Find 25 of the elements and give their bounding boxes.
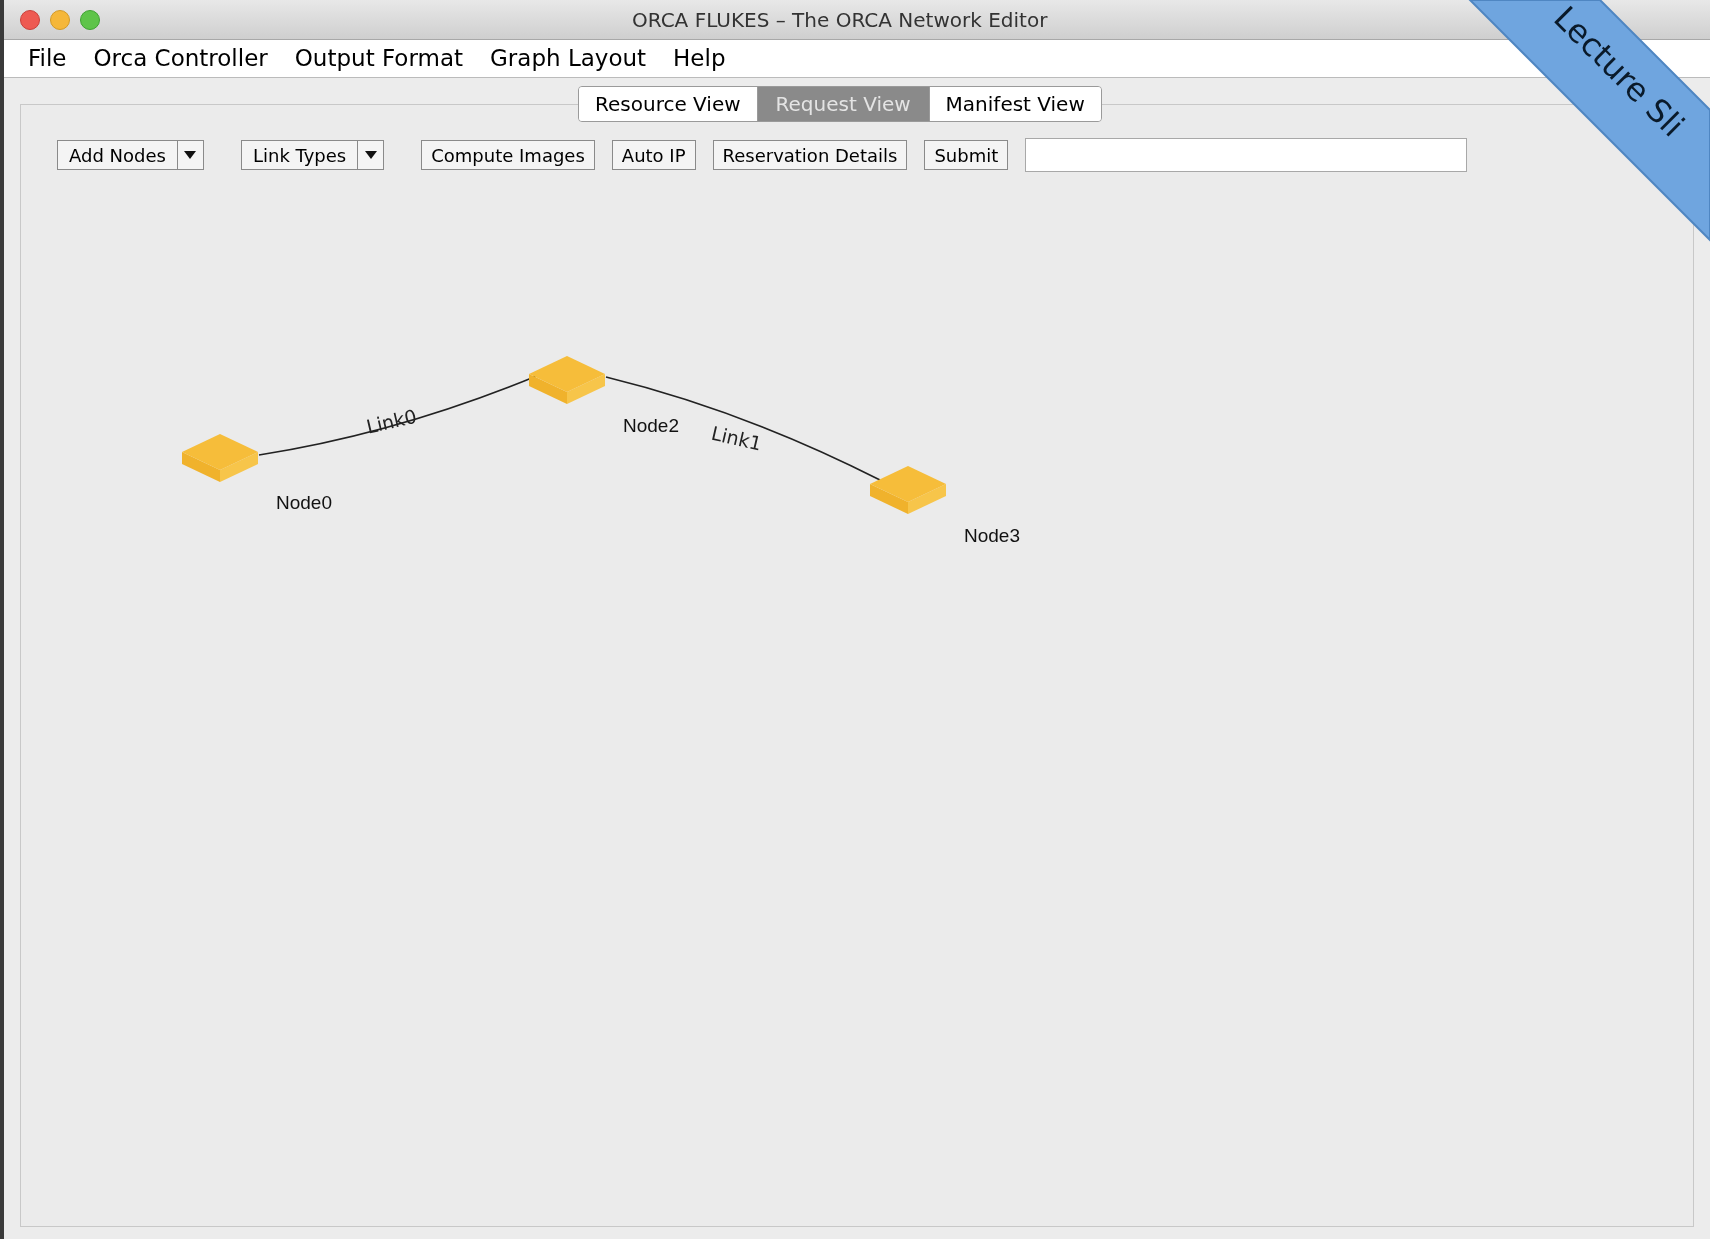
node-label: Node3 [964,525,1020,546]
link-label: Link1 [709,421,764,455]
dropdown-button[interactable]: Link Types [240,140,385,170]
view-tab[interactable]: Resource View [579,87,757,121]
input-field[interactable] [1025,138,1468,172]
menu-item[interactable]: Output Format [286,41,471,76]
caret-icon [184,151,197,159]
menu-item[interactable]: Graph Layout [482,41,655,76]
menu-item[interactable]: Help [665,41,734,76]
caret-icon [364,151,377,159]
node-label: Node0 [276,492,332,513]
toolbar-button[interactable]: Reservation Details [712,140,908,170]
zoom-button[interactable] [80,9,100,30]
menu-item[interactable]: File [20,41,75,76]
menu-item[interactable]: Orca Controller [85,41,276,76]
window-title: ORCA FLUKES – The ORCA Network Editor [632,6,1048,34]
toolbar-button[interactable]: Auto IP [611,140,696,170]
toolbar-button[interactable]: Submit [924,140,1009,170]
link-label: Link0 [364,404,419,438]
view-tab[interactable]: Manifest View [928,87,1101,121]
dropdown-button[interactable]: Add Nodes [57,140,204,170]
close-button[interactable] [20,9,40,30]
node-label: Node2 [623,415,679,436]
toolbar-button[interactable]: Compute Images [421,140,595,170]
minimize-button[interactable] [50,9,70,30]
